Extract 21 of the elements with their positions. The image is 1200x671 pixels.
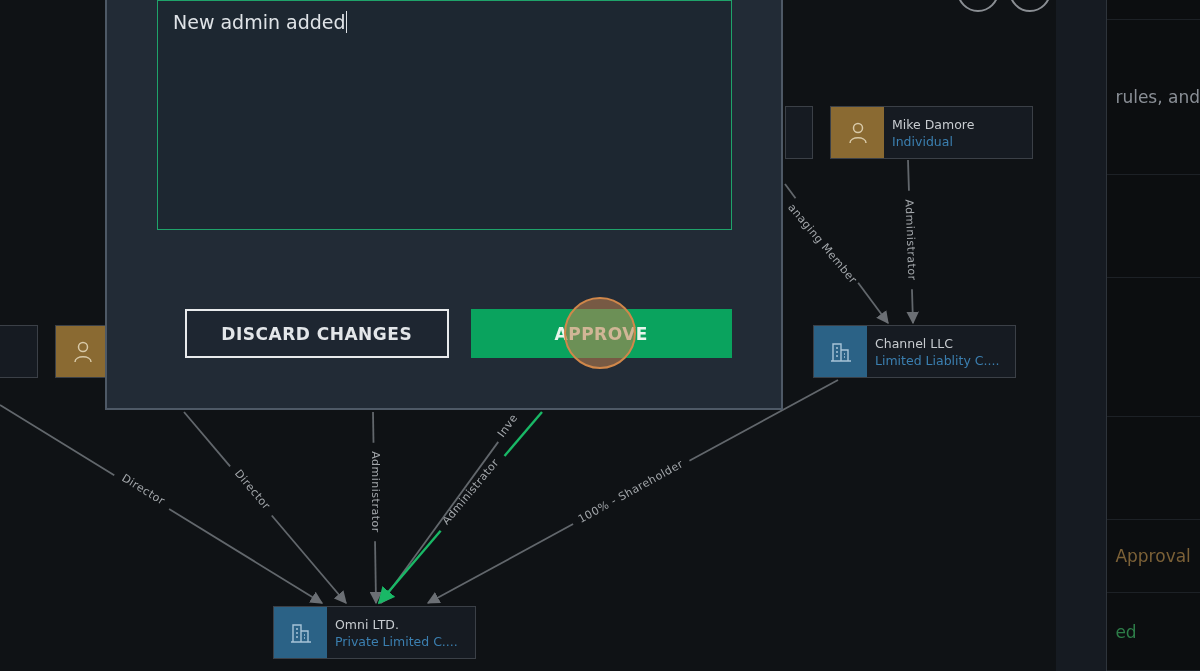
node-type: Limited Liablity C....: [875, 352, 1000, 368]
node-type: Private Limited C....: [335, 633, 458, 649]
node-name: Omni LTD.: [335, 616, 400, 632]
node-name: Mike Damore: [892, 116, 975, 132]
edge-label: Administrator: [369, 451, 382, 533]
note-field[interactable]: New admin added: [157, 0, 732, 230]
building-icon: [829, 341, 852, 362]
panel-text: ed: [1115, 621, 1137, 642]
node-name: Channel LLC: [875, 335, 954, 351]
entity-node[interactable]: Channel LLC Limited Liablity C....: [813, 325, 1016, 378]
node-type: Individual: [892, 133, 954, 149]
person-icon: [72, 340, 93, 363]
entity-node[interactable]: Omni LTD. Private Limited C....: [273, 606, 476, 659]
edge-label: Administrator: [902, 199, 919, 281]
entity-node[interactable]: [785, 106, 813, 159]
person-icon: [847, 121, 868, 144]
panel-text: rules, and: [1115, 87, 1200, 107]
building-icon: [289, 622, 312, 643]
entity-node[interactable]: Mike Damore Individual: [830, 106, 1033, 159]
discard-button[interactable]: DISCARD CHANGES: [185, 309, 449, 358]
panel-text: Approval: [1115, 546, 1191, 566]
